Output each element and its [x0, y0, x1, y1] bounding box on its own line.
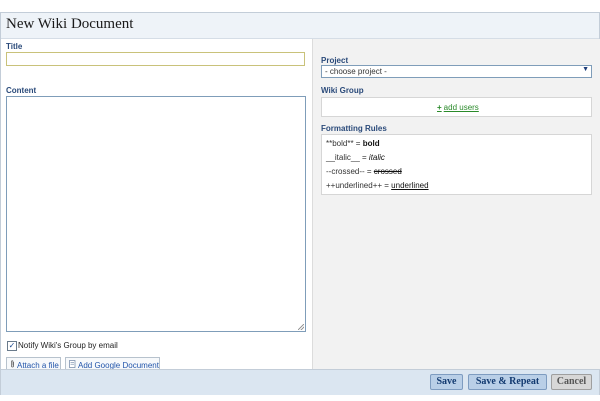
resize-grip-icon[interactable]	[298, 324, 304, 330]
rule-syntax: **bold** =	[326, 139, 363, 148]
wiki-group-label: Wiki Group	[321, 86, 364, 95]
dialog-footer: Save Save & Repeat Cancel	[1, 369, 599, 395]
dialog-titlebar: New Wiki Document	[1, 13, 599, 39]
project-selected-value: - choose project -	[325, 67, 387, 76]
save-and-repeat-button[interactable]: Save & Repeat	[468, 374, 547, 390]
notify-checkbox[interactable]: ✓	[7, 341, 17, 351]
title-label: Title	[6, 42, 23, 51]
left-column: Title Content ✓ Notify Wiki's Group by e…	[1, 39, 312, 371]
formatting-rule: ++underlined++ = underlined	[326, 181, 429, 190]
rule-syntax: --crossed-- =	[326, 167, 374, 176]
rule-example: italic	[368, 153, 385, 162]
dialog-title: New Wiki Document	[6, 16, 134, 32]
formatting-rules-box: **bold** = bold __italic__ = italic --cr…	[321, 134, 592, 195]
dropdown-arrow-icon[interactable]: ▼	[582, 66, 589, 73]
content-label: Content	[6, 86, 37, 95]
formatting-rule: --crossed-- = crossed	[326, 167, 402, 176]
title-input[interactable]	[6, 52, 305, 66]
formatting-rule: __italic__ = italic	[326, 153, 385, 162]
rule-example: underlined	[391, 181, 429, 190]
rule-example: crossed	[373, 167, 402, 176]
formatting-rules-label: Formatting Rules	[321, 124, 387, 133]
content-textarea[interactable]	[6, 96, 306, 332]
project-label: Project	[321, 56, 349, 65]
rule-syntax: __italic__ =	[326, 153, 369, 162]
notify-label[interactable]: Notify Wiki's Group by email	[18, 341, 118, 350]
add-users-label[interactable]: add users	[444, 103, 479, 112]
formatting-rule: **bold** = bold	[326, 139, 380, 148]
wiki-group-box: + add users	[321, 97, 592, 117]
right-column: Project - choose project - ▼ Wiki Group …	[312, 39, 600, 369]
project-select[interactable]: - choose project - ▼	[321, 65, 592, 78]
save-button[interactable]: Save	[430, 374, 463, 390]
rule-example: bold	[362, 139, 380, 148]
new-wiki-document-dialog: New Wiki Document Title Content ✓ Notify…	[0, 12, 600, 395]
cancel-button[interactable]: Cancel	[551, 374, 592, 390]
add-users-link[interactable]: + add users	[437, 103, 479, 112]
rule-syntax: ++underlined++ =	[326, 181, 392, 190]
plus-icon: +	[437, 103, 442, 112]
